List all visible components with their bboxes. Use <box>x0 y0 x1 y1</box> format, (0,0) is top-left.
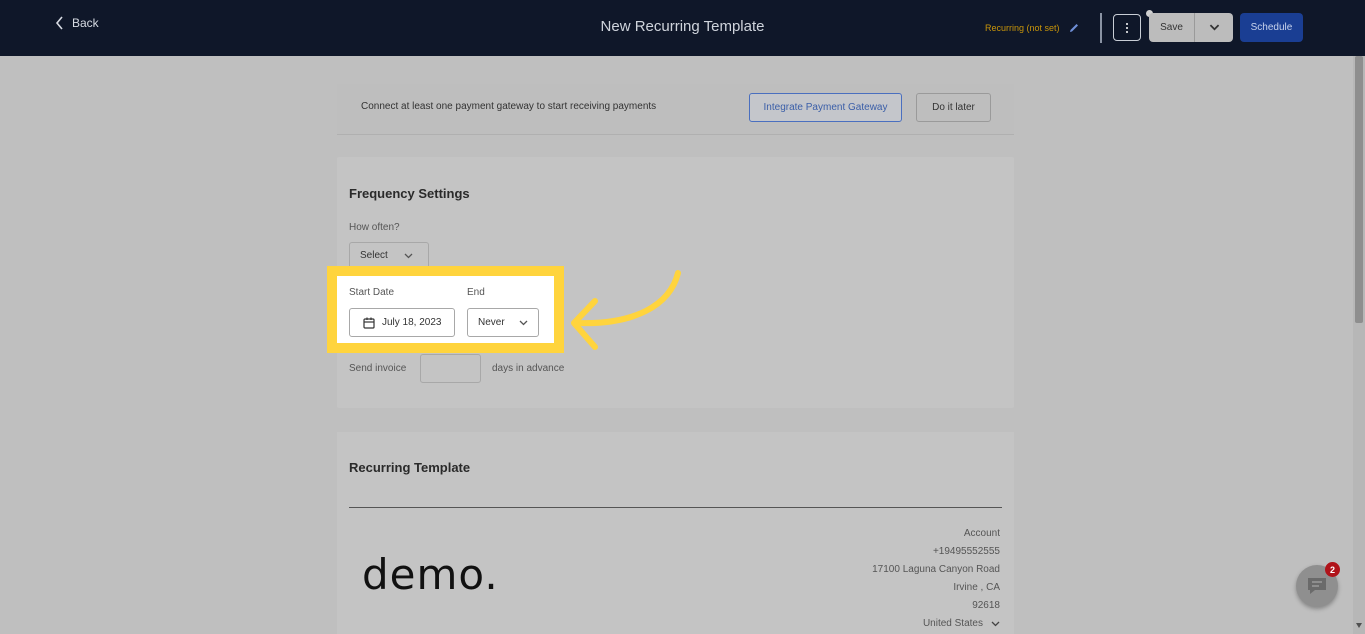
back-button[interactable]: Back <box>54 16 99 30</box>
send-invoice-label: Send invoice <box>349 363 407 374</box>
address-line: Irvine , CA <box>953 582 1000 593</box>
chevron-down-icon <box>991 621 1000 627</box>
address-line: 17100 Laguna Canyon Road <box>872 564 1000 575</box>
how-often-value: Select <box>360 250 388 261</box>
payment-gateway-banner: Connect at least one payment gateway to … <box>337 84 1014 135</box>
calendar-icon <box>363 317 375 329</box>
recurring-template-title: Recurring Template <box>349 460 471 475</box>
chevron-down-icon <box>1209 24 1219 31</box>
address-line: Account <box>963 528 1000 539</box>
save-dropdown-button[interactable] <box>1195 13 1233 42</box>
divider <box>349 507 1002 508</box>
chevron-down-icon <box>519 320 528 325</box>
address-line: +19495552555 <box>932 546 1000 557</box>
start-date-value: July 18, 2023 <box>382 317 442 328</box>
start-date-label: Start Date <box>349 287 395 298</box>
save-button[interactable]: Save <box>1149 13 1195 42</box>
country-select[interactable]: United States <box>872 615 1000 633</box>
more-options-button[interactable] <box>1113 14 1141 41</box>
chevron-down-icon <box>404 253 413 258</box>
address-line: 92618 <box>972 600 1000 611</box>
recurring-status-label: Recurring (not set) <box>985 23 1060 33</box>
do-it-later-button[interactable]: Do it later <box>916 93 991 122</box>
company-address: Account +19495552555 17100 Laguna Canyon… <box>872 525 1000 633</box>
pointer-arrow <box>571 270 681 350</box>
recurring-template-card: Recurring Template demo. Account +194955… <box>337 432 1014 634</box>
end-value: Never <box>478 317 505 328</box>
days-in-advance-label: days in advance <box>492 363 565 374</box>
more-vertical-icon <box>1126 22 1128 34</box>
scroll-down-arrow-icon[interactable] <box>1356 623 1362 628</box>
pencil-icon <box>1069 24 1078 32</box>
integrate-payment-gateway-button[interactable]: Integrate Payment Gateway <box>749 93 902 122</box>
chat-icon <box>1308 578 1326 594</box>
frequency-settings-title: Frequency Settings <box>349 186 470 201</box>
scrollbar-thumb[interactable] <box>1355 56 1363 323</box>
end-label: End <box>467 287 485 298</box>
banner-text: Connect at least one payment gateway to … <box>361 101 657 112</box>
save-button-group: Save <box>1149 13 1233 42</box>
how-often-select[interactable]: Select <box>349 242 429 269</box>
country-value: United States <box>922 618 983 629</box>
how-often-label: How often? <box>349 222 400 233</box>
vertical-scrollbar[interactable] <box>1353 56 1365 634</box>
send-invoice-days-input[interactable] <box>420 354 481 383</box>
schedule-button[interactable]: Schedule <box>1240 13 1303 42</box>
divider <box>1100 13 1102 43</box>
chat-unread-badge: 2 <box>1325 562 1340 577</box>
highlight-content: Start Date July 18, 2023 End Never <box>337 276 554 343</box>
chevron-left-icon <box>55 16 63 30</box>
highlight-box: Start Date July 18, 2023 End Never <box>327 266 564 353</box>
company-logo: demo. <box>362 550 499 599</box>
back-label: Back <box>72 16 99 30</box>
start-date-picker[interactable]: July 18, 2023 <box>349 308 455 337</box>
end-select[interactable]: Never <box>467 308 539 337</box>
recurring-status[interactable]: Recurring (not set) <box>985 22 1080 34</box>
top-bar: Back New Recurring Template Recurring (n… <box>0 0 1365 56</box>
